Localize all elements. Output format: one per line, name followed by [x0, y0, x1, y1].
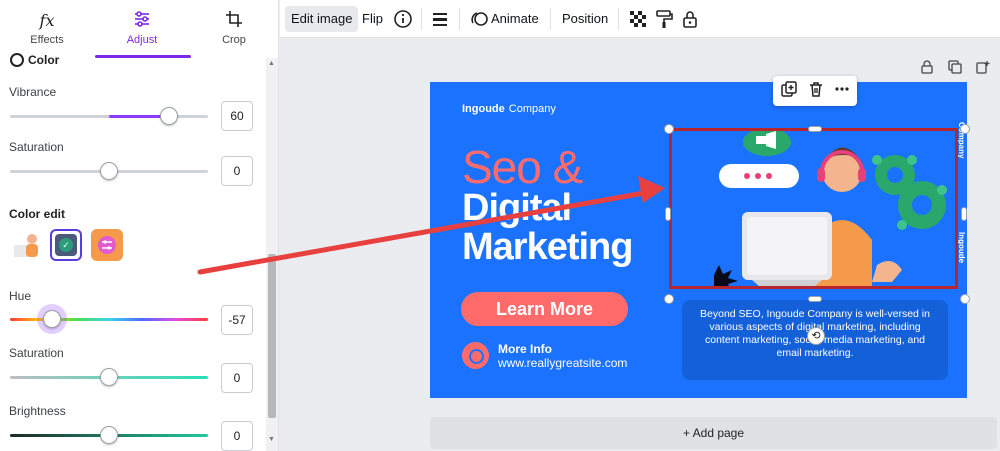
- edit-image-button[interactable]: Edit image: [285, 6, 359, 32]
- more-options-icon[interactable]: [832, 81, 852, 101]
- color-edit-label: Color edit: [9, 207, 65, 221]
- tab-adjust-label: Adjust: [126, 34, 158, 46]
- add-page-icon[interactable]: [976, 60, 990, 77]
- resize-handle-left[interactable]: [665, 207, 671, 221]
- brightness-label: Brightness: [9, 404, 66, 418]
- sliders-icon: [95, 10, 189, 32]
- tab-effects[interactable]: fx Effects: [0, 0, 94, 58]
- tab-crop-label: Crop: [222, 34, 246, 46]
- saturation-slider[interactable]: [10, 162, 208, 180]
- resize-handle-top[interactable]: [808, 126, 822, 132]
- rotate-icon[interactable]: ⟲: [807, 327, 825, 345]
- lock-page-icon[interactable]: [920, 60, 934, 77]
- tab-adjust[interactable]: Adjust: [95, 0, 189, 58]
- toolbar-divider: [618, 8, 619, 30]
- paint-roller-icon[interactable]: [654, 9, 674, 29]
- vibrance-value[interactable]: 60: [221, 101, 253, 131]
- resize-handle-bottom-right[interactable]: [960, 294, 970, 304]
- saturation-thumb[interactable]: [100, 162, 118, 180]
- check-icon: ✓: [59, 238, 73, 252]
- tab-crop[interactable]: Crop: [187, 0, 278, 58]
- crop-icon: [187, 10, 278, 32]
- vibrance-thumb[interactable]: [160, 107, 178, 125]
- color-section-title: Color: [28, 53, 60, 67]
- headline-digital[interactable]: Digital: [462, 188, 572, 228]
- website-url: www.reallygreatsite.com: [498, 356, 628, 370]
- resize-handle-top-right[interactable]: [960, 124, 970, 134]
- globe-icon: [462, 342, 489, 369]
- lock-icon[interactable]: [680, 9, 700, 29]
- adjust-panel: fx Effects Adjust Crop Color Vibrance 60…: [0, 0, 279, 451]
- saturation-value[interactable]: 0: [221, 156, 253, 186]
- resize-handle-bottom[interactable]: [808, 296, 822, 302]
- color-wheel-icon: [10, 53, 24, 67]
- hue-thumb[interactable]: [43, 310, 61, 328]
- scroll-down-icon[interactable]: ▼: [268, 436, 275, 443]
- brightness-slider[interactable]: [10, 426, 208, 444]
- saturation-label: Saturation: [9, 140, 64, 154]
- duplicate-icon[interactable]: [779, 81, 799, 101]
- color-swatch-adjust[interactable]: [91, 229, 123, 261]
- vibrance-slider[interactable]: [10, 107, 208, 125]
- active-tab-indicator: [95, 55, 191, 58]
- saturation-edit-slider[interactable]: [10, 368, 208, 386]
- resize-handle-top-left[interactable]: [664, 124, 674, 134]
- transparency-icon[interactable]: [628, 9, 648, 29]
- tab-effects-label: Effects: [30, 34, 64, 46]
- more-info-label: More Info: [498, 342, 552, 356]
- saturation-edit-value[interactable]: 0: [221, 363, 253, 393]
- color-swatch-image[interactable]: [10, 229, 42, 261]
- panel-scrollbar[interactable]: ▲ ▼: [266, 58, 278, 451]
- saturation-edit-thumb[interactable]: [100, 368, 118, 386]
- toolbar-divider: [550, 8, 551, 30]
- resize-handle-bottom-left[interactable]: [664, 294, 674, 304]
- vibrance-label: Vibrance: [9, 85, 57, 99]
- color-section-header[interactable]: Color: [10, 53, 59, 67]
- panel-tabs: fx Effects Adjust Crop: [0, 0, 278, 58]
- add-page-button[interactable]: + Add page: [430, 417, 997, 449]
- scroll-up-icon[interactable]: ▲: [268, 60, 275, 67]
- scrollbar-thumb[interactable]: [268, 254, 276, 418]
- color-swatch-selected[interactable]: ✓: [50, 229, 82, 261]
- element-context-menu: [773, 76, 857, 106]
- resize-handle-right[interactable]: [961, 207, 967, 221]
- toolbar-divider: [421, 8, 422, 30]
- duplicate-page-icon[interactable]: [948, 60, 962, 77]
- border-style-icon[interactable]: [430, 9, 450, 29]
- hue-label: Hue: [9, 289, 32, 303]
- headline-seo[interactable]: Seo &: [462, 142, 583, 192]
- headline-marketing[interactable]: Marketing: [462, 227, 633, 267]
- side-text-ingoude: Ingoude: [957, 232, 966, 264]
- animate-button[interactable]: Animate: [485, 6, 545, 32]
- selection-frame[interactable]: [669, 128, 958, 289]
- saturation-edit-label: Saturation: [9, 346, 64, 360]
- info-icon[interactable]: [393, 9, 413, 29]
- image-toolbar: Edit image Flip Animate Position: [280, 0, 1000, 38]
- trash-icon[interactable]: [806, 81, 826, 101]
- brand-name: Ingoude Company: [462, 103, 556, 115]
- flip-button[interactable]: Flip: [356, 6, 389, 32]
- sliders-icon: [98, 236, 116, 254]
- toolbar-divider: [459, 8, 460, 30]
- hue-slider[interactable]: [10, 304, 208, 334]
- brightness-thumb[interactable]: [100, 426, 118, 444]
- position-button[interactable]: Position: [556, 6, 614, 32]
- learn-more-button[interactable]: Learn More: [461, 292, 628, 326]
- fx-icon: fx: [39, 11, 55, 30]
- hue-value[interactable]: -57: [221, 305, 253, 335]
- brightness-value[interactable]: 0: [221, 421, 253, 451]
